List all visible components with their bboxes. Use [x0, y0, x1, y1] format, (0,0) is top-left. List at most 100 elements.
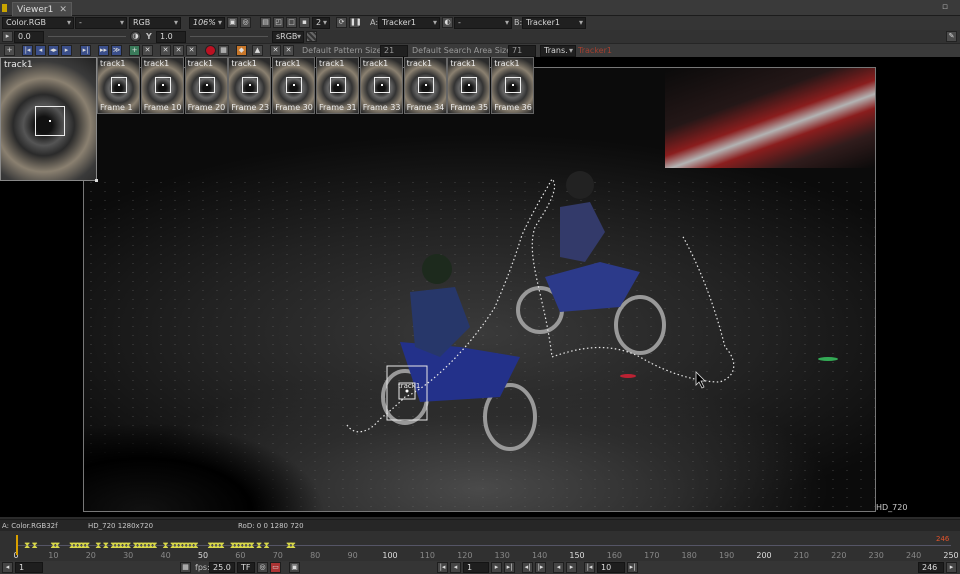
render-scale-icon[interactable]: □ [286, 17, 297, 28]
keyframe-thumbnail[interactable]: track1 Frame 10 [140, 57, 184, 114]
clear-backward-icon[interactable]: ✕ [160, 45, 171, 56]
track-forward-icon[interactable]: ▸ [61, 45, 72, 56]
timeline-keyframe-marker[interactable]: ⧗ [219, 542, 225, 551]
input-a-dropdown[interactable]: Tracker1 [378, 17, 440, 29]
track-next-keyframe-icon[interactable]: ▸| [80, 45, 91, 56]
search-size-field[interactable]: 71 [508, 45, 536, 57]
timeline-keyframe-marker[interactable]: ⧗ [151, 542, 157, 551]
gamma-slider[interactable] [190, 36, 268, 37]
turbo-icon[interactable]: ◎ [257, 562, 268, 573]
close-icon[interactable]: ✕ [59, 5, 67, 15]
keyframe-thumbnail[interactable]: track1 Frame 30 [272, 57, 316, 114]
full-frame-icon[interactable]: ◰ [273, 17, 284, 28]
keyframe-thumbnail[interactable]: track1 Frame 23 [228, 57, 272, 114]
clear-forward-icon[interactable]: ✕ [186, 45, 197, 56]
reset-track-icon[interactable]: ✕ [283, 45, 294, 56]
step-back-icon[interactable]: ◂ [450, 562, 461, 573]
zoom-dropdown[interactable]: 106% [189, 17, 225, 29]
step-increment-back-icon[interactable]: ◂ [553, 562, 564, 573]
lock-range-icon[interactable]: ▣ [289, 562, 300, 573]
go-first-icon[interactable]: |◂ [437, 562, 448, 573]
layer-dropdown[interactable]: Color.RGB [2, 17, 74, 29]
jump-back-icon[interactable]: |◂ [584, 562, 595, 573]
keyframe-thumbnail[interactable]: track1 Frame 1 [97, 57, 140, 114]
timeline-keyframe-marker[interactable]: ⧗ [162, 542, 168, 551]
add-track-icon[interactable]: + [4, 45, 15, 56]
fps-field[interactable]: 25.0 [209, 562, 235, 573]
keyframe-thumbnail[interactable]: track1 Frame 33 [359, 57, 403, 114]
warning-icon[interactable]: ▲ [252, 45, 263, 56]
current-frame-field[interactable]: 1 [463, 562, 489, 573]
timeline-keyframe-marker[interactable]: ⧗ [248, 542, 254, 551]
last-frame-icon[interactable]: ▸ [946, 562, 957, 573]
end-frame-marker[interactable]: 246 [936, 535, 949, 543]
timeline-keyframe-marker[interactable]: ⧗ [54, 542, 60, 551]
input-b-dropdown[interactable]: Tracker1 [522, 17, 586, 29]
timeline-keyframe-marker[interactable]: ⧗ [256, 542, 262, 551]
pattern-size-field[interactable]: 21 [380, 45, 408, 57]
timeline-keyframe-marker[interactable]: ⧗ [290, 542, 296, 551]
keyframe-thumbnail[interactable]: track1 Frame 35 [447, 57, 491, 114]
timeline-keyframe-marker[interactable]: ⧗ [192, 542, 198, 551]
play-forward-icon[interactable]: ▸ [491, 562, 502, 573]
keyframe-thumbnail[interactable]: track1 Frame 31 [316, 57, 359, 114]
gain-reset-icon[interactable]: ▸ [2, 31, 13, 42]
playhead[interactable] [16, 535, 18, 555]
go-last-icon[interactable]: ▸| [504, 562, 515, 573]
tab-viewer1[interactable]: Viewer1 ✕ [12, 2, 72, 16]
keyframe-thumbnail[interactable]: track1 Frame 34 [403, 57, 447, 114]
composite-operator-icon[interactable]: ◐ [442, 17, 453, 28]
record-icon[interactable] [205, 45, 216, 56]
clear-all-icon[interactable]: ✕ [173, 45, 184, 56]
track-stop-icon[interactable]: ◂▸ [48, 45, 59, 56]
first-frame-icon[interactable]: ◂ [2, 562, 13, 573]
timeline-keyframe-marker[interactable]: ⧗ [32, 542, 38, 551]
display-channels-dropdown[interactable]: RGB [129, 17, 181, 29]
clip-to-project-icon[interactable]: ▤ [260, 17, 271, 28]
end-frame-field[interactable]: 246 [918, 562, 944, 573]
track-backward-icon[interactable]: ◂ [35, 45, 46, 56]
pane-menu-handle[interactable] [2, 4, 7, 12]
reset-offset-icon[interactable]: ✕ [270, 45, 281, 56]
operator-dropdown[interactable]: - [454, 17, 512, 29]
main-track-preview[interactable]: track1 [0, 57, 97, 181]
auto-contrast-icon[interactable]: ◑ [130, 31, 141, 42]
float-pane-icon[interactable]: ▫ [942, 2, 948, 12]
lock-icon[interactable]: ▣ [227, 17, 238, 28]
sync-viewers-icon[interactable]: ◎ [240, 17, 251, 28]
step-field[interactable]: 10 [597, 562, 625, 573]
center-viewer-icon[interactable]: ◆ [236, 45, 247, 56]
transform-type-dropdown[interactable]: Trans. [540, 45, 576, 57]
grid-icon[interactable]: ▦ [218, 45, 229, 56]
timeline-keyframe-marker[interactable]: ⧗ [95, 542, 101, 551]
viewer-canvas[interactable]: HD_720 track1 [0, 57, 960, 517]
refresh-icon[interactable]: ⟳ [336, 17, 347, 28]
colorspace-dropdown[interactable]: sRGB [272, 31, 304, 43]
keyframe-thumbnail[interactable]: track1 Frame 20 [184, 57, 228, 114]
preview-resize-handle[interactable] [95, 179, 98, 182]
track-all-icon[interactable]: ≫ [111, 45, 122, 56]
add-keyframe-icon[interactable]: + [129, 45, 140, 56]
timeline-keyframe-marker[interactable]: ⧗ [84, 542, 90, 551]
timeline-keyframe-marker[interactable]: ⧗ [263, 542, 269, 551]
timeline[interactable]: 0 10 20 30 40 50 60 70 80 90 100 110 120 130 140 150 160… [0, 531, 960, 561]
gamma-field[interactable]: 1.0 [156, 31, 186, 43]
loop-icon[interactable]: ▦ [180, 562, 191, 573]
remove-keyframe-icon[interactable]: ✕ [142, 45, 153, 56]
timeline-keyframe-marker[interactable]: ⧗ [125, 542, 131, 551]
checkerboard-icon[interactable] [306, 31, 317, 42]
track-range-icon[interactable]: ▸▸ [98, 45, 109, 56]
pick-color-icon[interactable]: ✎ [946, 31, 957, 42]
timeline-keyframe-marker[interactable]: ⧗ [24, 542, 30, 551]
pause-icon[interactable]: ❚❚ [349, 17, 362, 28]
step-increment-forward-icon[interactable]: ▸ [566, 562, 577, 573]
playback-mode-icon[interactable]: ▭ [270, 562, 281, 573]
proxy-level-dropdown[interactable]: 2 [312, 17, 330, 29]
timeline-keyframe-marker[interactable]: ⧗ [103, 542, 109, 551]
start-frame-field[interactable]: 1 [15, 562, 43, 573]
gain-slider[interactable] [48, 36, 126, 37]
alpha-layer-dropdown[interactable]: - [75, 17, 127, 29]
jump-forward-icon[interactable]: ▸| [627, 562, 638, 573]
tf-field[interactable]: TF [237, 562, 255, 573]
prev-keyframe-icon[interactable]: ◂| [522, 562, 533, 573]
